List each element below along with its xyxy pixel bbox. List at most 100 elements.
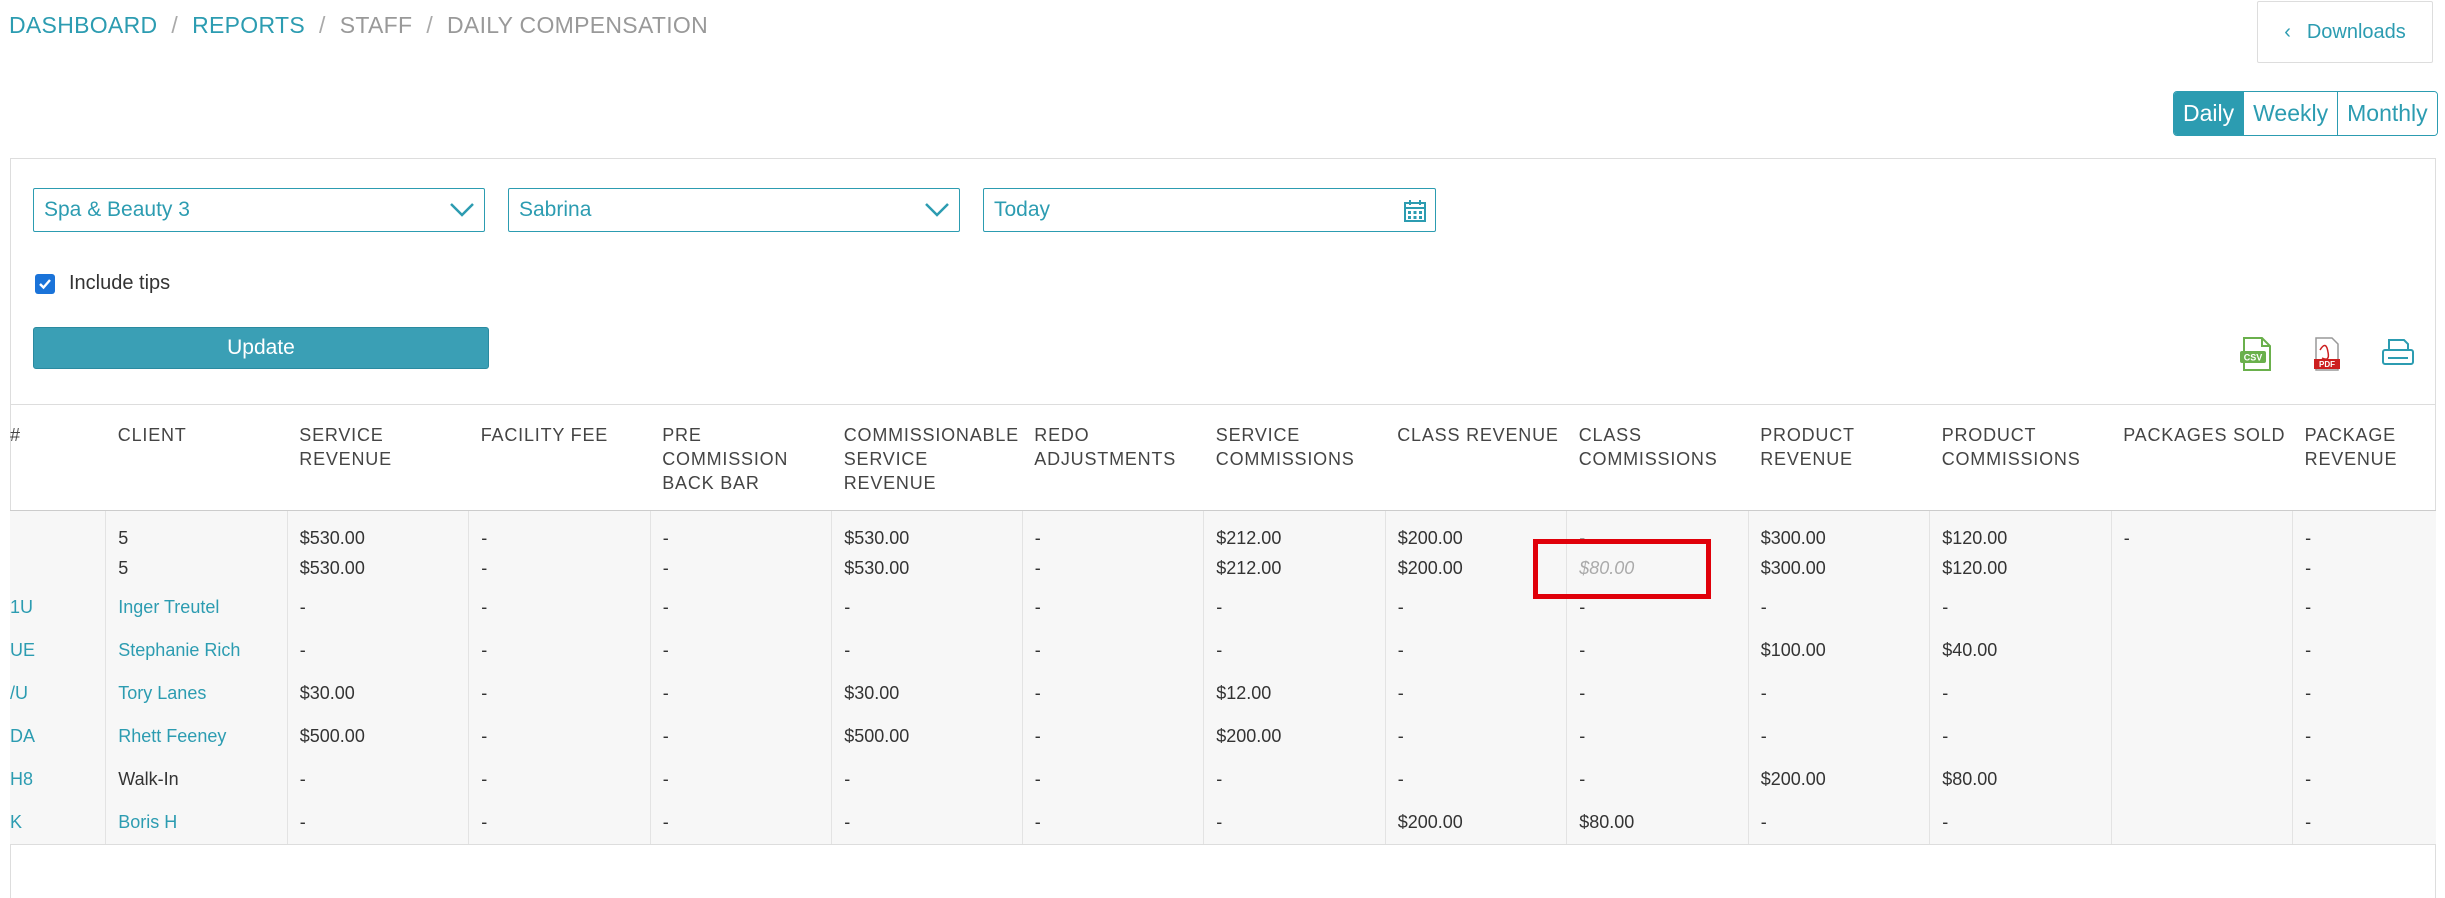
breadcrumb: DASHBOARD / REPORTS / STAFF / DAILY COMP…: [9, 12, 708, 39]
table-cell: -: [1566, 672, 1749, 715]
period-monthly-button[interactable]: Monthly: [2337, 92, 2437, 135]
table-cell: $300.00: [1748, 510, 1931, 551]
table-cell: -: [1203, 758, 1386, 801]
table-cell: $500.00: [831, 715, 1023, 758]
breadcrumb-dashboard[interactable]: DASHBOARD: [9, 12, 157, 39]
summary-row: 5 $530.00- - $530.00- $212.00 $200.00- $300.00…: [10, 510, 2436, 551]
period-weekly-button[interactable]: Weekly: [2243, 92, 2338, 135]
compensation-table-wrap: # CLIENT SERVICE REVENUE FACILITY FEE PR…: [10, 404, 2436, 845]
table-cell: $120.00: [1929, 551, 2112, 586]
id-cell: [10, 551, 107, 586]
period-daily-button[interactable]: Daily: [2174, 92, 2244, 135]
table-cell: -: [831, 586, 1023, 629]
breadcrumb-separator: /: [426, 12, 434, 38]
column-header: #: [10, 404, 106, 511]
column-header: CLIENT: [105, 404, 288, 511]
column-header: REDO ADJUSTMENTS: [1022, 404, 1204, 511]
table-cell: -: [650, 801, 833, 845]
table-cell: -: [831, 629, 1023, 672]
table-cell: $30.00: [831, 672, 1023, 715]
column-header: PRODUCT REVENUE: [1748, 404, 1930, 511]
table-cell: [2111, 551, 2294, 586]
table-cell: -: [468, 629, 651, 672]
breadcrumb-staff: STAFF: [339, 12, 413, 38]
table-cell: $530.00: [831, 510, 1023, 551]
table-cell: $120.00: [1929, 510, 2112, 551]
client-link[interactable]: Tory Lanes: [118, 683, 206, 703]
staff-select[interactable]: Sabrina: [508, 188, 960, 232]
column-header: PRE COMMISSION BACK BAR: [650, 404, 832, 511]
table-cell: -: [2305, 597, 2312, 617]
column-header: COMMISSIONABLE SERVICE REVENUE: [831, 404, 1023, 511]
chevron-down-icon: [450, 203, 474, 217]
id-cell: 1U: [10, 586, 107, 629]
date-picker[interactable]: Today: [983, 188, 1436, 232]
client-link[interactable]: Rhett Feeney: [118, 726, 226, 746]
downloads-label: Downloads: [2306, 20, 2406, 43]
column-header: SERVICE REVENUE: [287, 404, 469, 511]
table-cell: $530.00: [831, 551, 1023, 586]
staff-value: Sabrina: [519, 198, 592, 221]
table-cell: -: [1929, 715, 2112, 758]
table-cell: -: [1203, 801, 1386, 845]
csv-export-label: CSV: [2244, 353, 2263, 363]
table-cell: [2111, 586, 2294, 629]
update-button[interactable]: Update: [33, 327, 489, 369]
table-cell: -: [1022, 510, 1205, 551]
include-tips-row: Include tips: [35, 272, 170, 295]
client-link[interactable]: Inger Treutel: [118, 597, 219, 617]
table-row: UE Stephanie Rich - - - - - - - - $100.00 $40.00-: [10, 629, 2436, 672]
table-cell: -: [1748, 715, 1931, 758]
pdf-export-icon[interactable]: PDF: [2308, 336, 2344, 372]
table-row: /U Tory Lanes $30.00- - $30.00- $12.00- - - - -: [10, 672, 2436, 715]
table-cell: -: [650, 672, 833, 715]
table-cell: -: [2305, 528, 2312, 548]
table-cell: -: [2305, 726, 2312, 746]
table-cell: -: [287, 586, 470, 629]
downloads-button[interactable]: ‹ Downloads: [2257, 1, 2433, 63]
table-cell: -: [1566, 715, 1749, 758]
csv-export-icon[interactable]: CSV: [2238, 336, 2274, 372]
client-cell: Boris H: [105, 801, 288, 845]
include-tips-checkbox[interactable]: [35, 273, 55, 294]
table-cell: -: [287, 801, 470, 845]
table-cell: -: [1022, 629, 1205, 672]
table-cell: $200.00: [1385, 801, 1568, 845]
table-cell: $200.00: [1748, 758, 1931, 801]
table-cell: -: [468, 672, 651, 715]
table-cell: -: [1929, 801, 2112, 845]
client-link[interactable]: Stephanie Rich: [118, 640, 240, 660]
id-cell: UE: [10, 629, 107, 672]
client-link[interactable]: Boris H: [118, 812, 177, 832]
chevron-left-icon: ‹: [2284, 20, 2291, 43]
column-header: PRODUCT COMMISSIONS: [1929, 404, 2112, 511]
table-cell: $80.00: [1929, 758, 2112, 801]
table-cell: -: [2305, 683, 2312, 703]
table-cell: -: [287, 629, 470, 672]
table-cell: $530.00: [287, 551, 470, 586]
table-cell: $212.00: [1203, 510, 1386, 551]
table-cell: 5: [105, 510, 288, 551]
table-cell: -: [1748, 672, 1931, 715]
table-cell: $212.00: [1203, 551, 1386, 586]
location-value: Spa & Beauty 3: [44, 198, 190, 221]
table-cell: -: [468, 758, 651, 801]
table-cell: -: [1385, 715, 1568, 758]
id-cell: /U: [10, 672, 107, 715]
client-cell: Stephanie Rich: [105, 629, 288, 672]
breadcrumb-reports[interactable]: REPORTS: [192, 12, 305, 39]
calendar-icon[interactable]: [1403, 199, 1427, 223]
table-cell: -: [1022, 586, 1205, 629]
table-cell: $80.00: [1566, 801, 1749, 845]
location-select[interactable]: Spa & Beauty 3: [33, 188, 485, 232]
table-cell: -: [650, 715, 833, 758]
table-cell: -: [1022, 758, 1205, 801]
checkmark-icon: [39, 278, 51, 289]
print-icon[interactable]: [2380, 336, 2416, 372]
table-cell: -: [468, 801, 651, 845]
table-cell: -: [1566, 629, 1749, 672]
table-cell: -: [831, 801, 1023, 845]
table-cell: -: [468, 551, 651, 586]
table-cell: -: [1748, 586, 1931, 629]
table-cell: -: [2292, 801, 2436, 845]
